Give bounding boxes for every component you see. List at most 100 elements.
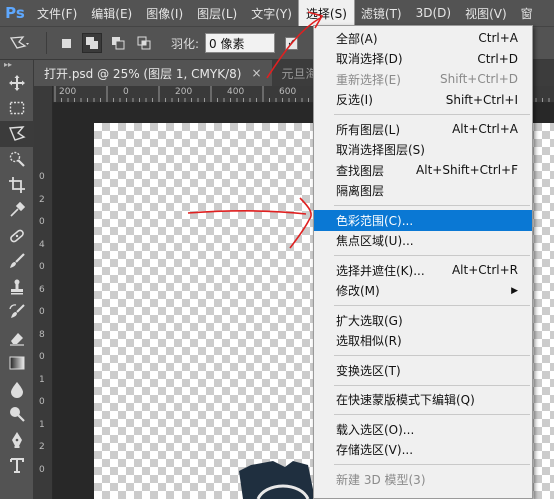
select-menu-item[interactable]: 所有图层(L) Alt+Ctrl+A [314, 119, 532, 140]
current-tool-preset[interactable] [0, 28, 40, 58]
menu-item-shortcut: Ctrl+A [478, 31, 518, 46]
tools-panel: ▸▸ [0, 60, 34, 499]
menu-separator [334, 384, 530, 386]
menu-item[interactable]: 选择(S) [297, 0, 355, 27]
select-menu-item[interactable]: 查找图层 Alt+Shift+Ctrl+F [314, 160, 532, 181]
menu-bar: Ps 文件(F) 编辑(E) 图像(I) 图层(L) 文字(Y) 选择(S) 滤镜(T) 3D… [0, 0, 554, 27]
select-menu-item[interactable]: 取消选择图层(S) [314, 140, 532, 161]
menu-separator [334, 464, 530, 465]
menu-item-label: 载入选区(O)... [336, 422, 415, 437]
crop-icon [9, 176, 25, 193]
marquee-tool[interactable] [0, 96, 34, 122]
menu-item[interactable]: 滤镜(T) [354, 0, 409, 26]
eraser-tool[interactable] [0, 325, 34, 351]
eyedropper-tool[interactable] [0, 198, 34, 224]
menu-item[interactable]: 文件(F) [30, 0, 84, 26]
select-menu-item[interactable]: 反选(I) Shift+Ctrl+I [314, 90, 532, 111]
menu-item-label: 所有图层(L) [336, 122, 401, 137]
pen-tool[interactable] [0, 427, 34, 453]
stamp-icon [11, 279, 23, 295]
menu-item-shortcut: Alt+Ctrl+R [451, 263, 518, 278]
ruler-tick: 0 [39, 172, 45, 182]
close-icon[interactable]: × [251, 66, 261, 80]
photoshop-logo: Ps [5, 4, 25, 22]
marquee-icon [9, 102, 25, 115]
history-brush-tool[interactable] [0, 300, 34, 326]
select-menu-item[interactable]: 焦点区域(U)... [314, 231, 532, 252]
select-menu-item[interactable]: 载入选区(O)... [314, 419, 532, 440]
ruler-tick: 200 [175, 87, 193, 97]
menu-item[interactable]: 视图(V) [458, 0, 514, 26]
menu-item-shortcut: Shift+Ctrl+D [440, 72, 518, 87]
select-menu-item[interactable]: 存储选区(V)... [314, 440, 532, 461]
select-menu-item[interactable]: 取消选择(D) Ctrl+D [314, 49, 532, 70]
ruler-tick: 0 [123, 87, 129, 97]
select-menu-item[interactable]: 隔离图层 [314, 181, 532, 202]
eraser-icon [10, 332, 24, 346]
select-menu-item[interactable]: 修改(M) ▶ [314, 281, 532, 302]
dodge-tool[interactable] [0, 402, 34, 428]
menu-item-label: 重新选择(E) [336, 72, 401, 87]
select-menu-item[interactable]: 全部(A) Ctrl+A [314, 28, 532, 49]
menu-item-label: 扩大选取(G) [336, 313, 403, 328]
select-menu-item[interactable]: 变换选区(T) [314, 360, 532, 381]
ruler-tick: 0 [39, 307, 45, 317]
menu-item-shortcut: Shift+Ctrl+I [445, 92, 518, 107]
select-menu-item: 重新选择(E) Shift+Ctrl+D [314, 69, 532, 90]
menu-item[interactable]: 编辑(E) [84, 0, 139, 26]
intersect-selection-mode-button[interactable] [134, 33, 154, 53]
ruler-tick: 6 [39, 284, 45, 295]
lasso-icon [9, 36, 29, 49]
menu-item-label: 变换选区(T) [336, 363, 401, 378]
select-menu-item[interactable]: 在快速蒙版模式下编辑(Q) [314, 390, 532, 411]
feather-input[interactable]: 0 像素 [205, 33, 276, 53]
ruler-tick: 400 [227, 87, 245, 97]
crop-tool[interactable] [0, 172, 34, 198]
dodge-icon [10, 407, 25, 423]
quick-select-tool[interactable] [0, 147, 34, 173]
select-menu-item[interactable]: 扩大选取(G) [314, 310, 532, 331]
tab-open-psd[interactable]: 打开.psd @ 25% (图层 1, CMYK/8) × [34, 60, 272, 86]
menu-item[interactable]: 图层(L) [190, 0, 244, 26]
healing-tool[interactable] [0, 223, 34, 249]
select-menu-item[interactable]: 选择并遮住(K)... Alt+Ctrl+R [314, 260, 532, 281]
select-menu-item[interactable]: 色彩范围(C)... [314, 210, 532, 231]
add-selection-mode-button[interactable] [82, 33, 102, 53]
ruler-tick: 1 [39, 419, 45, 430]
menu-separator [334, 355, 530, 356]
ruler-tick: 1 [39, 374, 45, 385]
new-selection-mode-button[interactable] [56, 33, 76, 53]
menu-item[interactable]: 窗 [514, 0, 540, 26]
menu-item-label: 修改(M) [336, 284, 380, 299]
ruler-tick: 200 [59, 87, 77, 97]
text-tool[interactable] [0, 453, 34, 479]
subtract-selection-mode-button[interactable] [108, 33, 128, 53]
eyedropper-icon [10, 202, 26, 217]
text-icon [10, 458, 24, 474]
menu-item-label: 取消选择图层(S) [336, 143, 425, 158]
menu-separator [334, 114, 530, 115]
ruler-tick: 2 [39, 442, 45, 452]
select-menu-dropdown: 全部(A) Ctrl+A 取消选择(D) Ctrl+D 重新选择(E) Shift+Ctr… [313, 25, 533, 499]
menu-item[interactable]: 图像(I) [139, 0, 190, 26]
add-to-selection-icon [86, 37, 98, 49]
collapse-toolbar-icon[interactable]: ▸▸ [0, 60, 33, 70]
ruler-tick: 0 [39, 217, 45, 227]
quick-select-icon [9, 152, 25, 168]
menu-item-shortcut: Alt+Shift+Ctrl+F [416, 163, 518, 178]
menu-item[interactable]: 3D(D) [409, 0, 458, 26]
select-menu-item[interactable]: 选取相似(R) [314, 331, 532, 352]
menu-item-label: 在快速蒙版模式下编辑(Q) [336, 393, 475, 408]
menu-separator [334, 414, 530, 415]
ruler-tick: 4 [39, 239, 45, 250]
stamp-tool[interactable] [0, 274, 34, 300]
gradient-tool[interactable] [0, 351, 34, 377]
brush-tool[interactable] [0, 249, 34, 275]
anti-alias-checkbox[interactable]: ✓ [285, 36, 299, 50]
menu-item-shortcut: Ctrl+D [477, 51, 518, 66]
menu-item[interactable]: 文字(Y) [244, 0, 299, 26]
lasso-tool[interactable] [0, 121, 34, 147]
feather-label: 羽化: [171, 36, 200, 51]
move-tool[interactable] [0, 70, 34, 96]
blur-tool[interactable] [0, 376, 34, 402]
